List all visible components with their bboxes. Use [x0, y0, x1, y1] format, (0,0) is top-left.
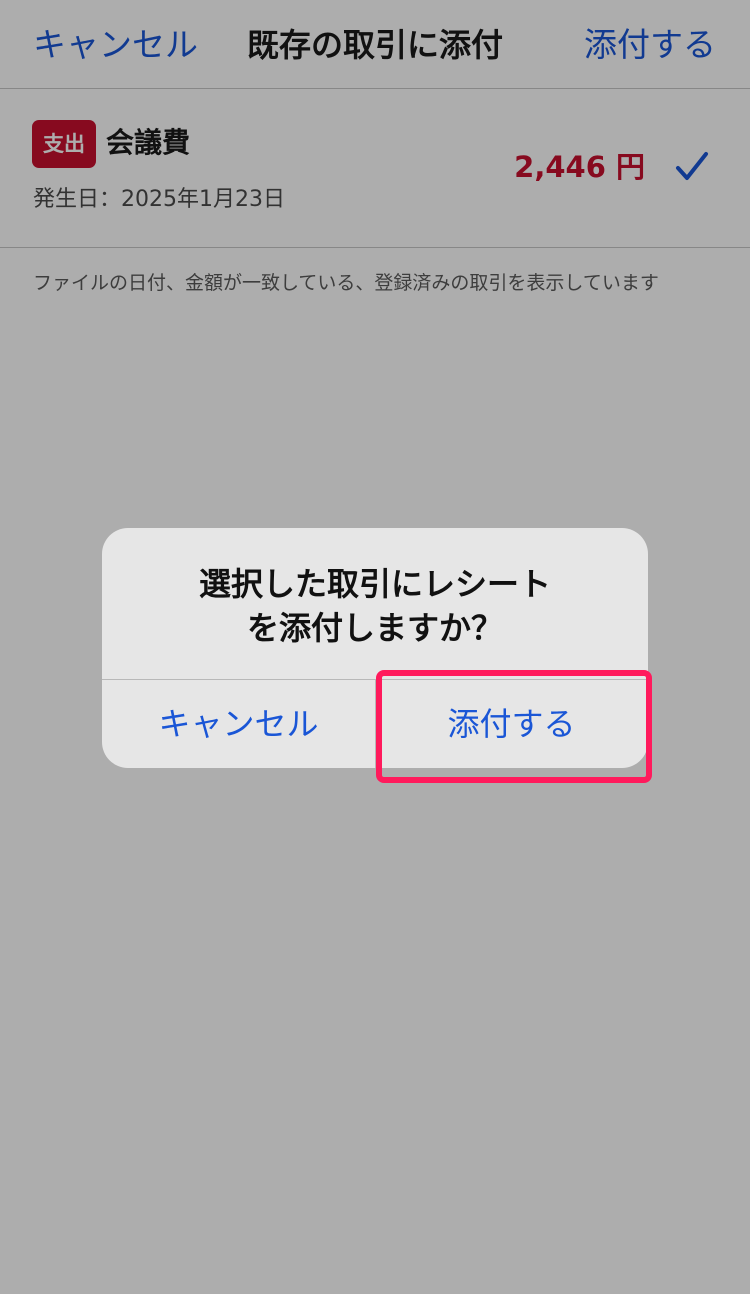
- alert-title-line-1: 選択した取引にレシート: [198, 565, 551, 603]
- alert-title-line-2: を添付しますか？: [246, 609, 503, 647]
- alert-title: 選択した取引にレシート を添付しますか？: [102, 562, 648, 650]
- highlight-box: [376, 670, 652, 783]
- alert-cancel-button[interactable]: キャンセル: [102, 680, 375, 768]
